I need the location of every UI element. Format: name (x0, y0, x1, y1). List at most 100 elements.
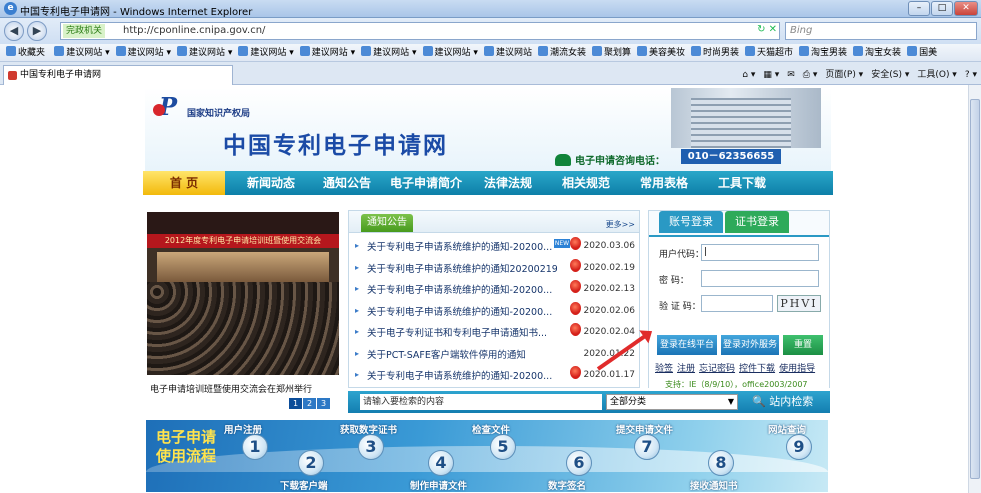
captcha-input[interactable] (701, 295, 773, 312)
news-photo[interactable]: 2012年度专利电子申请培训班暨使用交流会 (147, 212, 339, 375)
bullet-icon: ▸ (355, 305, 360, 315)
notice-title[interactable]: 关于PCT-SAFE客户端软件停用的通知 (367, 347, 557, 361)
step-label[interactable]: 接收通知书 (690, 478, 738, 492)
category-select[interactable]: 全部分类 (606, 394, 738, 410)
reset-button[interactable]: 重置 (783, 335, 823, 355)
favorite-item[interactable]: 建议网站 (483, 44, 532, 61)
command-item[interactable]: 工具(O) ▾ (917, 70, 957, 80)
login-service-button[interactable]: 登录对外服务 (721, 335, 779, 355)
step-label[interactable]: 制作申请文件 (410, 478, 467, 492)
notice-row[interactable]: ▸ 关于专利电子申请系统维护的通知-20200... 2020.02.06 (349, 300, 639, 321)
nav-item[interactable]: 首 页 (143, 171, 225, 195)
vertical-scrollbar[interactable] (968, 85, 981, 493)
nav-item[interactable]: 相关规范 (547, 171, 625, 195)
search-box[interactable]: Bing (785, 22, 977, 40)
tab-bar: 中国专利电子申请网 ⌂ ▾ ▦ ▾ ✉ ⎙ ▾ 页面(P) ▾ 安全(S) ▾ 工具(O) … (0, 62, 981, 85)
hot-pin-icon (570, 258, 581, 272)
step-label[interactable]: 获取数字证书 (340, 422, 397, 436)
command-item[interactable]: ▦ ▾ (763, 70, 779, 80)
command-item[interactable]: ⎙ ▾ (803, 70, 818, 80)
notice-row[interactable]: ▸ 关于专利电子申请系统维护的通知-20200... NEW 2020.03.06 (349, 235, 639, 256)
close-window-button[interactable]: ✕ (954, 1, 978, 16)
notice-title[interactable]: 关于专利电子申请系统维护的通知20200219 (367, 261, 557, 275)
favorite-item[interactable]: 潮流女装 (537, 44, 586, 61)
photo-page-button[interactable]: 2 (303, 398, 316, 409)
favorite-item[interactable]: 聚划算 (591, 44, 631, 61)
nav-item[interactable]: 新闻动态 (231, 171, 311, 195)
notice-tab[interactable]: 通知公告 (361, 214, 413, 232)
step-label[interactable]: 下载客户端 (280, 478, 328, 492)
user-code-input[interactable]: | (701, 244, 819, 261)
favorite-item[interactable]: 建议网站 ▾ (115, 44, 171, 61)
step-label[interactable]: 提交申请文件 (616, 422, 673, 436)
password-input[interactable] (701, 270, 819, 287)
favorites-button[interactable]: 收藏夹 (6, 44, 45, 61)
command-item[interactable]: ? ▾ (965, 70, 977, 80)
notice-title[interactable]: 关于专利电子申请系统维护的通知-20200... (367, 368, 557, 382)
nav-item[interactable]: 常用表格 (625, 171, 703, 195)
maximize-button[interactable]: □ (931, 1, 953, 16)
notice-row[interactable]: ▸ 关于PCT-SAFE客户端软件停用的通知 2020.01.22 (349, 343, 639, 364)
hotline: 电子申请咨询电话： (555, 152, 665, 167)
photo-page-button[interactable]: 1 (289, 398, 302, 409)
favorite-item[interactable]: 美容美妆 (636, 44, 685, 61)
notice-title[interactable]: 关于专利电子申请系统维护的通知-20200... (367, 282, 557, 296)
favorite-item[interactable]: 建议网站 ▾ (238, 44, 294, 61)
notice-row[interactable]: ▸ 关于电子专利证书和专利电子申请通知书... 2020.02.04 (349, 321, 639, 342)
phone-number: 010－62356655 (681, 149, 781, 164)
back-button[interactable]: ◀ (4, 21, 24, 41)
more-link[interactable]: 更多>> (606, 219, 635, 230)
command-item[interactable]: 页面(P) ▾ (825, 70, 863, 80)
step-label[interactable]: 用户注册 (224, 422, 262, 436)
notice-row[interactable]: ▸ 关于专利电子申请系统维护的通知-20200... 2020.01.17 (349, 364, 639, 385)
scroll-thumb[interactable] (970, 99, 980, 479)
favorite-item[interactable]: 建议网站 ▾ (176, 44, 232, 61)
favorite-item[interactable]: 建议网站 ▾ (54, 44, 110, 61)
login-panel: 账号登录 证书登录 用户代码： | 密 码： 验 证 码： PHVI 登录在线平台… (648, 210, 830, 389)
url-text[interactable]: http://cponline.cnipa.gov.cn/ (123, 25, 265, 36)
command-item[interactable]: ⌂ ▾ (742, 70, 755, 80)
favorite-item[interactable]: 淘宝女装 (853, 44, 901, 61)
site-search-button[interactable]: 🔍 站内检索 (752, 394, 813, 410)
url-field[interactable]: 完政机关 http://cponline.cnipa.gov.cn/ ↻ ✕ (60, 22, 780, 40)
favorite-item[interactable]: 建议网站 ▾ (361, 44, 417, 61)
step-label[interactable]: 检查文件 (472, 422, 510, 436)
login-link[interactable]: 控件下载 (739, 364, 775, 374)
photo-caption[interactable]: 电子申请培训班暨使用交流会在郑州举行 (150, 382, 312, 395)
star-icon (6, 46, 16, 56)
login-link[interactable]: 注册 (677, 364, 695, 374)
notice-title[interactable]: 关于专利电子申请系统维护的通知-20200... (367, 304, 557, 318)
login-link[interactable]: 使用指导 (779, 364, 815, 374)
notice-title[interactable]: 关于专利电子申请系统维护的通知-20200... (367, 239, 557, 253)
notice-row[interactable]: ▸ 关于专利电子申请系统维护的通知-20200... 2020.02.13 (349, 278, 639, 299)
nav-item[interactable]: 通知公告 (311, 171, 383, 195)
site-search-input[interactable]: 请输入要检索的内容 (360, 394, 602, 410)
nav-item[interactable]: 法律法规 (469, 171, 547, 195)
captcha-image[interactable]: PHVI (777, 295, 821, 312)
favorite-item[interactable]: 天猫超市 (745, 44, 793, 61)
favorite-item[interactable]: 国美 (907, 44, 937, 61)
favorite-item[interactable]: 淘宝男装 (799, 44, 847, 61)
favorite-item[interactable]: 建议网站 ▾ (422, 44, 478, 61)
favorite-item[interactable]: 建议网站 ▾ (299, 44, 355, 61)
command-item[interactable]: ✉ (787, 70, 795, 80)
tab-account-login[interactable]: 账号登录 (659, 211, 723, 233)
command-item[interactable]: 安全(S) ▾ (871, 70, 909, 80)
minimize-button[interactable]: – (908, 1, 930, 16)
favorite-item[interactable]: 时尚男装 (691, 44, 739, 61)
refresh-stop-icons[interactable]: ↻ ✕ (757, 24, 777, 35)
step-label[interactable]: 网站查询 (768, 422, 806, 436)
notice-row[interactable]: ▸ 关于专利电子申请系统维护的通知20200219 2020.02.19 (349, 257, 639, 278)
tab-current[interactable]: 中国专利电子申请网 (3, 65, 233, 85)
tab-cert-login[interactable]: 证书登录 (725, 211, 789, 233)
login-link[interactable]: 忘记密码 (699, 364, 735, 374)
nav-item[interactable]: 工具下载 (703, 171, 781, 195)
photo-page-button[interactable]: 3 (317, 398, 330, 409)
login-link[interactable]: 验签 (655, 364, 673, 374)
notice-title[interactable]: 关于电子专利证书和专利电子申请通知书... (367, 325, 557, 339)
nav-item[interactable]: 电子申请简介 (383, 171, 469, 195)
step-label[interactable]: 数字签名 (548, 478, 586, 492)
login-online-button[interactable]: 登录在线平台 (657, 335, 717, 355)
forward-button[interactable]: ▶ (27, 21, 47, 41)
favorites-bar: 收藏夹 建议网站 ▾ 建议网站 ▾ 建议网站 ▾ 建议网站 ▾ 建议网站 ▾ 建议网站 ▾… (0, 44, 981, 62)
